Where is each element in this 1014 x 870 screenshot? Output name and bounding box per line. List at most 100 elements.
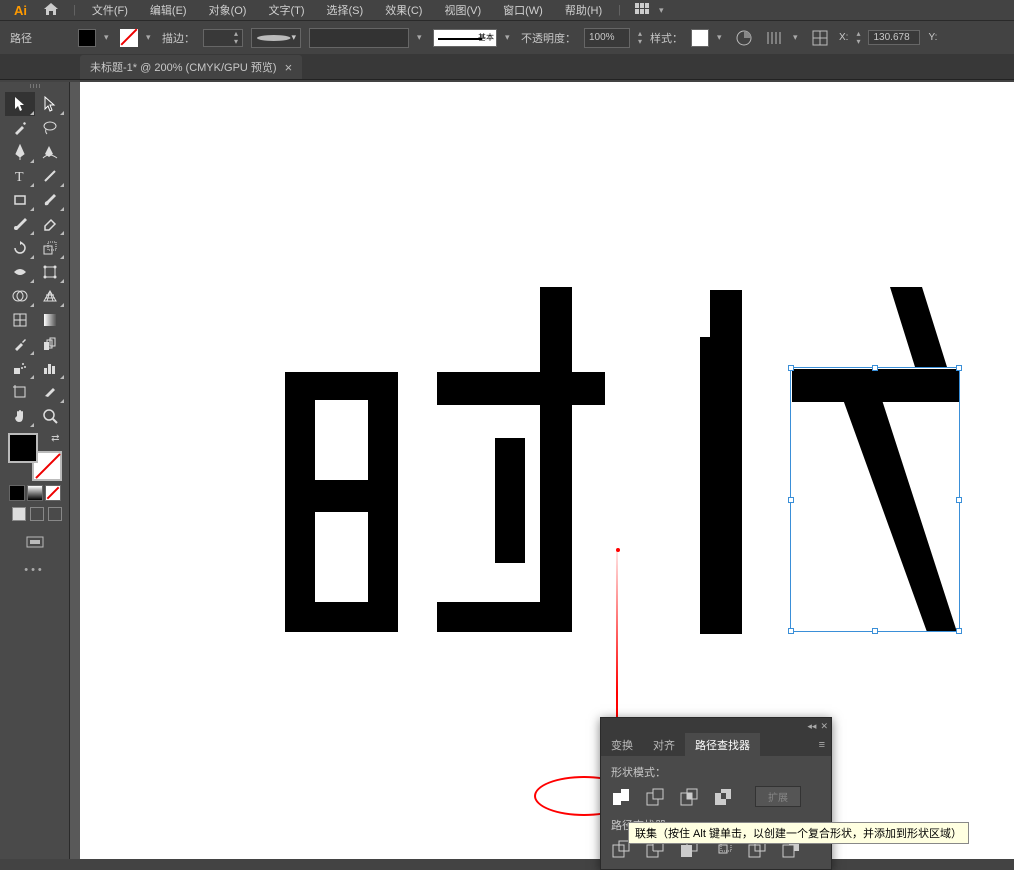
menu-edit[interactable]: 编辑(E)	[140, 0, 197, 20]
menu-effect[interactable]: 效果(C)	[375, 0, 432, 20]
swap-fill-stroke-icon[interactable]: ⇄	[51, 433, 59, 444]
fill-stroke-swatch[interactable]: ⇄	[8, 433, 62, 481]
opacity-label: 不透明度：	[521, 30, 576, 46]
unite-icon[interactable]	[611, 787, 631, 807]
brush-dd[interactable]: ▾	[417, 30, 425, 46]
column-graph-tool[interactable]	[35, 356, 65, 380]
panel-menu-icon[interactable]: ≡	[813, 739, 831, 751]
hand-tool[interactable]	[5, 404, 35, 428]
stroke-dropdown[interactable]: ▾	[146, 30, 154, 46]
slice-tool[interactable]	[35, 380, 65, 404]
paintbrush-tool[interactable]	[35, 188, 65, 212]
style-swatch[interactable]	[691, 29, 709, 47]
tools-panel: T	[0, 82, 70, 859]
perspective-grid-tool[interactable]	[35, 284, 65, 308]
draw-behind-icon[interactable]	[30, 507, 44, 521]
shape-builder-tool[interactable]	[5, 284, 35, 308]
selection-tool[interactable]	[5, 92, 35, 116]
menu-type[interactable]: 文字(T)	[258, 0, 314, 20]
tab-align[interactable]: 对齐	[643, 733, 685, 757]
x-coord-field[interactable]: 130.678	[868, 30, 920, 45]
rectangle-tool[interactable]	[5, 188, 35, 212]
unite-tooltip: 联集（按住 Alt 键单击，以创建一个复合形状，并添加到形状区域）	[628, 822, 969, 844]
object-type-label: 路径	[10, 30, 70, 46]
stroke-label: 描边：	[162, 30, 195, 46]
stroke-style-dropdown[interactable]: ▾	[505, 30, 513, 46]
expand-button[interactable]: 扩展	[755, 786, 801, 807]
menu-object[interactable]: 对象(O)	[199, 0, 257, 20]
magic-wand-tool[interactable]	[5, 116, 35, 140]
divider: |	[614, 4, 625, 16]
symbol-sprayer-tool[interactable]	[5, 356, 35, 380]
transform-icon[interactable]	[809, 27, 831, 49]
draw-normal-icon[interactable]	[12, 507, 26, 521]
svg-text:T: T	[15, 170, 24, 183]
width-tool[interactable]	[5, 260, 35, 284]
close-icon[interactable]: ✕	[820, 721, 828, 732]
draw-inside-icon[interactable]	[48, 507, 62, 521]
direct-selection-tool[interactable]	[35, 92, 65, 116]
layout-dropdown[interactable]: ▾	[659, 2, 667, 18]
curvature-tool[interactable]	[35, 140, 65, 164]
blend-tool[interactable]	[35, 332, 65, 356]
stroke-var-profile[interactable]: ▾	[251, 28, 301, 48]
rotate-tool[interactable]	[5, 236, 35, 260]
exclude-icon[interactable]	[713, 787, 733, 807]
intersect-icon[interactable]	[679, 787, 699, 807]
eyedropper-tool[interactable]	[5, 332, 35, 356]
align-icon[interactable]	[763, 27, 785, 49]
fill-swatch[interactable]	[78, 29, 96, 47]
tab-transform[interactable]: 变换	[601, 733, 643, 757]
color-fill-icon[interactable]	[9, 485, 25, 501]
document-tab[interactable]: 未标题-1* @ 200% (CMYK/GPU 预览) ×	[80, 55, 302, 79]
selection-bounding-box[interactable]	[790, 367, 960, 632]
menu-view[interactable]: 视图(V)	[434, 0, 491, 20]
align-dd[interactable]: ▾	[793, 30, 801, 46]
eraser-tool[interactable]	[35, 212, 65, 236]
artboard-tool[interactable]	[5, 380, 35, 404]
document-tab-title: 未标题-1* @ 200% (CMYK/GPU 预览)	[90, 59, 277, 75]
style-dropdown[interactable]: ▾	[717, 30, 725, 46]
panel-titlebar[interactable]: ◂◂ ✕	[601, 718, 831, 734]
divider: |	[69, 4, 80, 16]
lasso-tool[interactable]	[35, 116, 65, 140]
line-tool[interactable]	[35, 164, 65, 188]
minus-front-icon[interactable]	[645, 787, 665, 807]
menu-window[interactable]: 窗口(W)	[493, 0, 553, 20]
menu-file[interactable]: 文件(F)	[82, 0, 138, 20]
zoom-tool[interactable]	[35, 404, 65, 428]
canvas-area[interactable]: ◂◂ ✕ 变换 对齐 路径查找器 ≡ 形状模式： 扩展	[70, 82, 1014, 859]
gradient-tool[interactable]	[35, 308, 65, 332]
brush-def[interactable]	[309, 28, 409, 48]
menu-select[interactable]: 选择(S)	[317, 0, 374, 20]
opacity-field[interactable]: 100%	[584, 28, 630, 48]
draw-mode-row	[8, 507, 62, 521]
layout-grid-icon[interactable]	[627, 3, 657, 18]
fill-dropdown[interactable]: ▾	[104, 30, 112, 46]
stroke-swatch[interactable]	[120, 29, 138, 47]
x-label: X:	[839, 32, 848, 43]
none-fill-icon[interactable]	[45, 485, 61, 501]
screen-mode-icon[interactable]	[25, 535, 45, 554]
recolor-art-icon[interactable]	[733, 27, 755, 49]
free-transform-tool[interactable]	[35, 260, 65, 284]
gradient-fill-icon[interactable]	[27, 485, 43, 501]
shaper-tool[interactable]	[5, 212, 35, 236]
type-tool[interactable]: T	[5, 164, 35, 188]
control-bar: 路径 ▾ ▾ 描边： ▴▾ ▾ ▾ 基本 ▾ 不透明度： 100% ▴▾ 样式：…	[0, 20, 1014, 54]
tab-pathfinder[interactable]: 路径查找器	[685, 733, 760, 757]
mesh-tool[interactable]	[5, 308, 35, 332]
stroke-weight-field[interactable]: ▴▾	[203, 29, 243, 47]
pen-tool[interactable]	[5, 140, 35, 164]
menu-bar: Ai | 文件(F) 编辑(E) 对象(O) 文字(T) 选择(S) 效果(C)…	[0, 0, 1014, 20]
home-icon[interactable]	[35, 2, 67, 19]
artboard[interactable]: ◂◂ ✕ 变换 对齐 路径查找器 ≡ 形状模式： 扩展	[80, 82, 1014, 859]
close-icon[interactable]: ×	[285, 60, 293, 75]
style-label: 样式：	[650, 30, 683, 46]
app-logo: Ai	[8, 3, 33, 18]
toolbar-overflow-icon[interactable]: •••	[24, 564, 45, 576]
scale-tool[interactable]	[35, 236, 65, 260]
stroke-panel[interactable]: 基本	[433, 29, 497, 47]
menu-help[interactable]: 帮助(H)	[555, 0, 612, 20]
collapse-icon[interactable]: ◂◂	[807, 721, 816, 732]
